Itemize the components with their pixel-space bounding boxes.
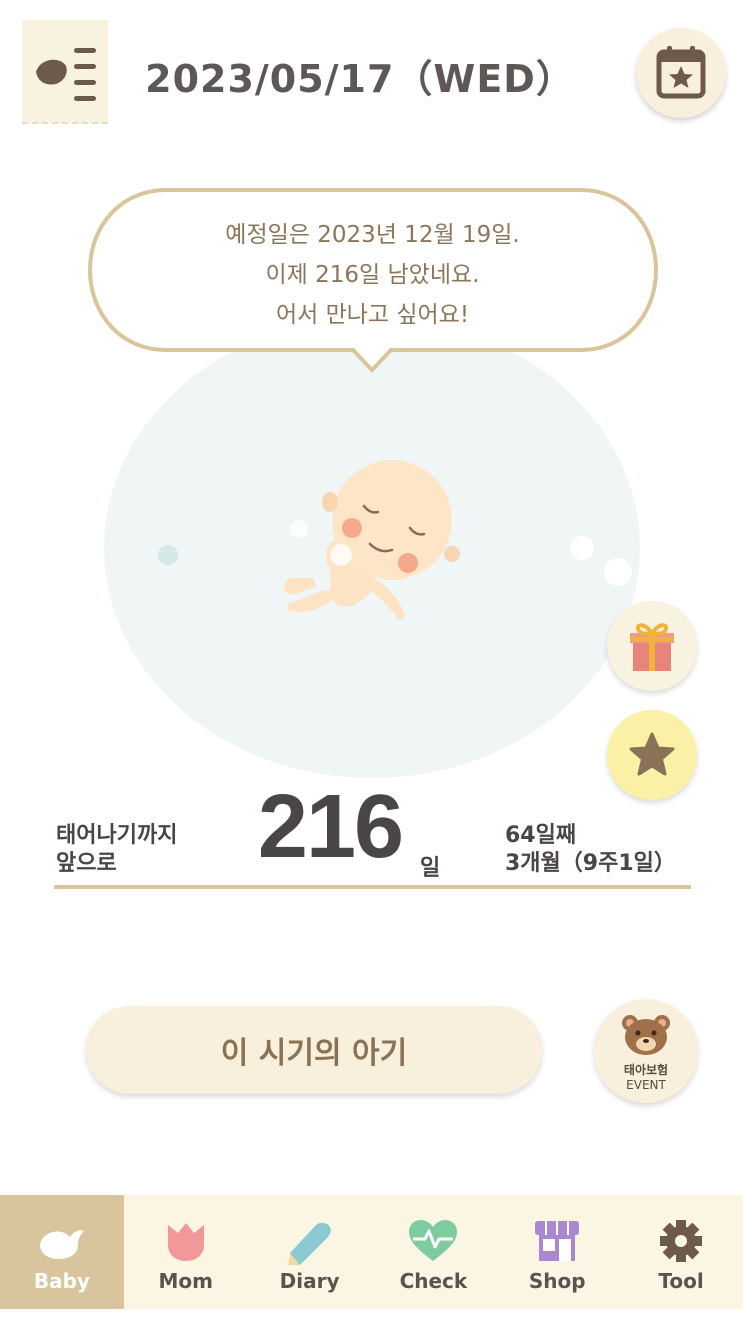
floating-bubble (330, 544, 352, 566)
tulip-icon (167, 1223, 204, 1261)
countdown-label: 태어나기까지 앞으로 (56, 822, 177, 878)
countdown-label-line-1: 태어나기까지 (56, 823, 178, 848)
insurance-event-button[interactable]: 태아보험 EVENT (594, 999, 698, 1103)
gift-icon (630, 623, 674, 671)
floating-bubble (570, 536, 594, 560)
tab-label: Baby (33, 1269, 90, 1293)
gift-button[interactable] (607, 601, 697, 691)
counter-divider (54, 885, 691, 889)
pregnancy-progress: 64일째 3개월（9주1일） (505, 822, 676, 878)
tab-label: Shop (528, 1269, 586, 1293)
tab-label: Tool (658, 1269, 704, 1293)
tab-check[interactable]: Check (371, 1195, 495, 1309)
bird-icon (39, 1230, 84, 1259)
tab-label: Diary (279, 1269, 340, 1293)
favorite-button[interactable] (607, 710, 697, 800)
tab-label: Check (399, 1269, 468, 1293)
heart-pulse-icon (409, 1220, 458, 1261)
floating-bubble (158, 545, 178, 565)
tab-label: Mom (158, 1269, 213, 1293)
calendar-star-icon (656, 46, 706, 99)
tab-mom[interactable]: Mom (124, 1195, 248, 1309)
baby-illustration (284, 460, 460, 620)
star-icon (629, 732, 675, 776)
bottom-tab-bar: Baby Mom Diary Check Shop Tool (0, 1195, 743, 1309)
month-week: 3개월（9주1일） (505, 851, 676, 876)
bubble-line-2: 이제 216일 남았네요. (265, 262, 480, 288)
day-count: 64일째 (505, 823, 577, 848)
event-line-2: EVENT (626, 1078, 666, 1092)
countdown-label-line-2: 앞으로 (56, 851, 117, 876)
tab-baby[interactable]: Baby (0, 1195, 124, 1309)
bottom-safe-area (0, 1309, 743, 1323)
store-icon (535, 1221, 580, 1261)
bubble-line-3: 어서 만나고 싶어요! (275, 302, 470, 328)
tab-shop[interactable]: Shop (495, 1195, 619, 1309)
calendar-button[interactable] (636, 28, 726, 118)
gear-icon (660, 1220, 703, 1262)
baby-this-period-button[interactable]: 이 시기의 아기 (86, 1006, 542, 1094)
speech-bubble-text: 예정일은 2023년 12월 19일. 이제 216일 남았네요. 어서 만나고… (95, 215, 650, 335)
pencil-icon (287, 1222, 331, 1265)
event-line-1: 태아보험 (623, 1063, 669, 1077)
days-left-number: 216 (257, 777, 404, 877)
bubble-line-1: 예정일은 2023년 12월 19일. (225, 222, 520, 248)
tab-diary[interactable]: Diary (248, 1195, 372, 1309)
current-date: 2023/05/17（WED） (145, 57, 575, 101)
days-unit: 일 (420, 856, 441, 881)
floating-bubble (604, 558, 632, 586)
floating-bubble (290, 520, 308, 538)
tab-tool[interactable]: Tool (619, 1195, 743, 1309)
